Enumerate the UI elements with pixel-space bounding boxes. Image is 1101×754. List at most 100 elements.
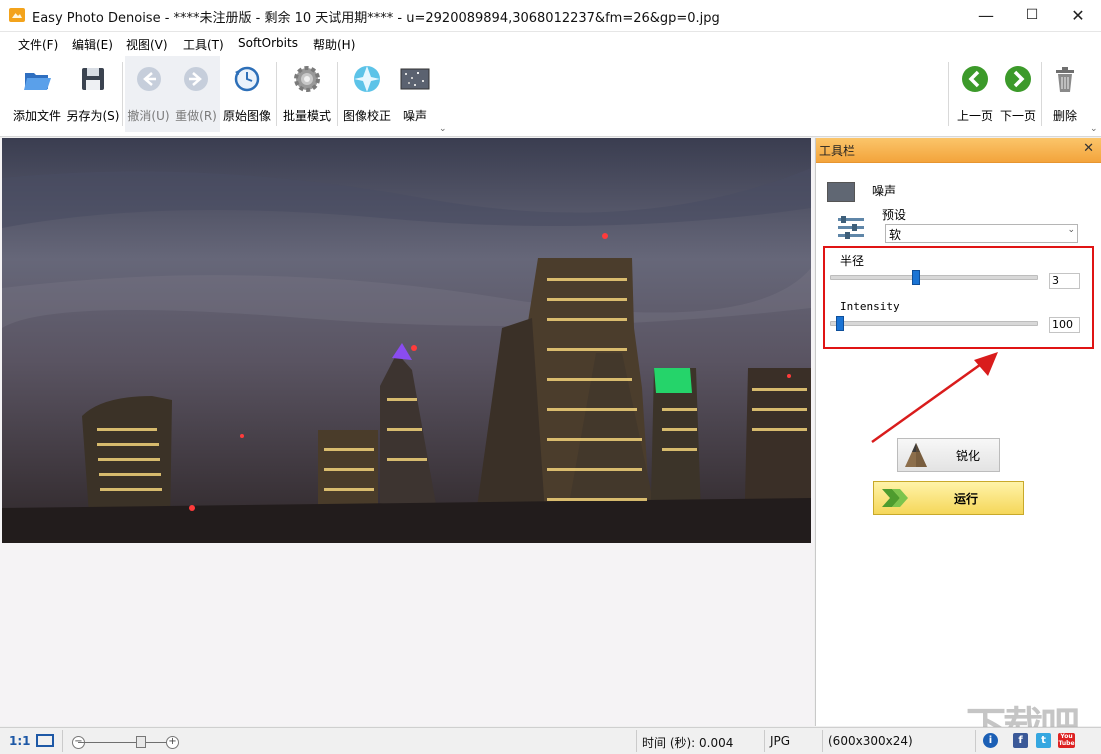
status-separator — [764, 730, 765, 752]
tool-panel-close-icon[interactable]: ✕ — [1083, 141, 1094, 156]
noise-icon — [400, 68, 430, 90]
open-folder-icon — [24, 73, 51, 90]
original-image-button[interactable]: 原始图像 — [221, 56, 273, 132]
twitter-icon[interactable]: t — [1036, 733, 1051, 748]
add-file-label: 添加文件 — [12, 109, 61, 123]
menu-help[interactable]: 帮助(H) — [313, 36, 355, 53]
batch-mode-button[interactable]: 批量模式 — [280, 56, 334, 132]
menu-tools[interactable]: 工具(T) — [183, 36, 224, 53]
status-separator — [822, 730, 823, 752]
image-format: JPG — [770, 734, 791, 748]
previous-page-label: 上一页 — [956, 109, 993, 123]
radius-label: 半径 — [840, 254, 865, 268]
toolbar-separator — [122, 62, 123, 126]
redo-button[interactable]: 重做(R) — [172, 56, 220, 132]
toolbar-overflow-icon[interactable]: ⌄ — [439, 124, 447, 134]
run-label: 运行 — [954, 492, 979, 506]
preset-label: 预设 — [882, 208, 907, 222]
arrow-left-green-icon — [962, 66, 988, 92]
delete-button[interactable]: 删除 — [1044, 56, 1086, 132]
tool-panel: 工具栏 ✕ 噪声 预设 软 ⌄ 半径 3 Intensity 100 锐化 运行 — [815, 138, 1101, 726]
toolbar: 添加文件 另存为(S) 撤消(U) 重做(R) 原始图像 批量模式 图像校正 噪… — [0, 56, 1101, 137]
maximize-button[interactable]: ☐ — [1009, 0, 1055, 31]
fit-to-window-icon[interactable] — [36, 734, 54, 747]
zoom-1to1-button[interactable]: 1:1 — [9, 734, 31, 748]
zoom-in-icon[interactable]: + — [166, 736, 179, 749]
noise-icon — [827, 182, 855, 202]
app-logo-icon — [9, 8, 25, 22]
preset-sliders-icon — [838, 216, 864, 239]
previous-page-button[interactable]: 上一页 — [954, 56, 996, 132]
menu-file[interactable]: 文件(F) — [18, 36, 58, 53]
zoom-slider-thumb[interactable] — [136, 736, 146, 748]
status-separator — [975, 730, 976, 752]
intensity-slider[interactable] — [830, 321, 1038, 326]
undo-label: 撤消(U) — [127, 109, 170, 123]
clock-history-icon — [234, 66, 260, 92]
status-separator — [62, 730, 63, 752]
arrow-right-green-icon — [1005, 66, 1031, 92]
radius-slider[interactable] — [830, 275, 1038, 280]
facebook-icon[interactable]: f — [1013, 733, 1028, 748]
chevron-down-icon: ⌄ — [1067, 225, 1075, 235]
title-bar: Easy Photo Denoise - ****未注册版 - 剩余 10 天试… — [0, 0, 1101, 32]
image-canvas[interactable] — [0, 138, 814, 726]
menu-edit[interactable]: 编辑(E) — [72, 36, 113, 53]
noise-section-label: 噪声 — [872, 184, 897, 198]
toolbar-separator — [276, 62, 277, 126]
delete-label: 删除 — [1052, 109, 1077, 123]
tool-panel-title: 工具栏 — [819, 144, 856, 158]
preset-dropdown[interactable]: 软 ⌄ — [885, 224, 1078, 243]
status-separator — [636, 730, 637, 752]
aperture-icon — [354, 66, 380, 92]
preset-value: 软 — [889, 228, 902, 242]
redo-label: 重做(R) — [175, 109, 217, 123]
minimize-button[interactable]: — — [963, 0, 1009, 31]
window-title: Easy Photo Denoise - ****未注册版 - 剩余 10 天试… — [32, 11, 720, 26]
gear-icon — [294, 66, 320, 92]
noise-label: 噪声 — [402, 109, 427, 123]
save-as-label: 另存为(S) — [66, 109, 120, 123]
pencil-tip-icon — [905, 443, 927, 467]
status-bar: 1:1 − + 时间 (秒): 0.004 JPG (600x300x24) i… — [0, 727, 1101, 754]
toolbar-overflow-icon[interactable]: ⌄ — [1090, 124, 1098, 134]
menu-softorbits[interactable]: SoftOrbits — [238, 36, 298, 50]
radius-slider-thumb[interactable] — [912, 270, 920, 285]
image-dimensions: (600x300x24) — [828, 734, 913, 748]
zoom-slider[interactable] — [78, 742, 170, 743]
toolbar-separator — [1041, 62, 1042, 126]
play-chevron-icon — [882, 489, 908, 507]
tool-panel-header: 工具栏 ✕ — [816, 138, 1101, 163]
intensity-label: Intensity — [840, 300, 900, 313]
next-page-label: 下一页 — [999, 109, 1036, 123]
arrow-left-icon — [136, 67, 161, 91]
close-button[interactable]: ✕ — [1055, 0, 1101, 31]
intensity-value-field[interactable]: 100 — [1049, 317, 1080, 333]
menu-bar: 文件(F) 编辑(E) 视图(V) 工具(T) SoftOrbits 帮助(H) — [0, 32, 1101, 56]
toolbar-separator — [337, 62, 338, 126]
sharpen-button[interactable]: 锐化 — [897, 438, 1000, 472]
batch-mode-label: 批量模式 — [282, 109, 331, 123]
image-correction-label: 图像校正 — [342, 109, 391, 123]
add-file-button[interactable]: 添加文件 — [9, 56, 65, 132]
annotation-arrow-icon — [871, 352, 998, 444]
floppy-disk-icon — [82, 68, 104, 90]
youtube-icon[interactable]: You Tube — [1058, 733, 1075, 748]
menu-view[interactable]: 视图(V) — [126, 36, 168, 53]
run-button[interactable]: 运行 — [873, 481, 1024, 515]
processing-time: 时间 (秒): 0.004 — [642, 736, 734, 750]
sharpen-label: 锐化 — [956, 449, 981, 463]
info-icon[interactable]: i — [983, 733, 998, 748]
city-skyline-photo — [2, 138, 811, 543]
next-page-button[interactable]: 下一页 — [997, 56, 1039, 132]
trash-icon — [1056, 67, 1074, 92]
toolbar-separator — [948, 62, 949, 126]
original-image-label: 原始图像 — [222, 109, 271, 123]
noise-button[interactable]: 噪声 — [396, 56, 434, 132]
intensity-slider-thumb[interactable] — [836, 316, 844, 331]
arrow-right-icon — [184, 67, 208, 91]
radius-value-field[interactable]: 3 — [1049, 273, 1080, 289]
image-correction-button[interactable]: 图像校正 — [340, 56, 394, 132]
undo-button[interactable]: 撤消(U) — [125, 56, 172, 132]
save-as-button[interactable]: 另存为(S) — [66, 56, 120, 132]
